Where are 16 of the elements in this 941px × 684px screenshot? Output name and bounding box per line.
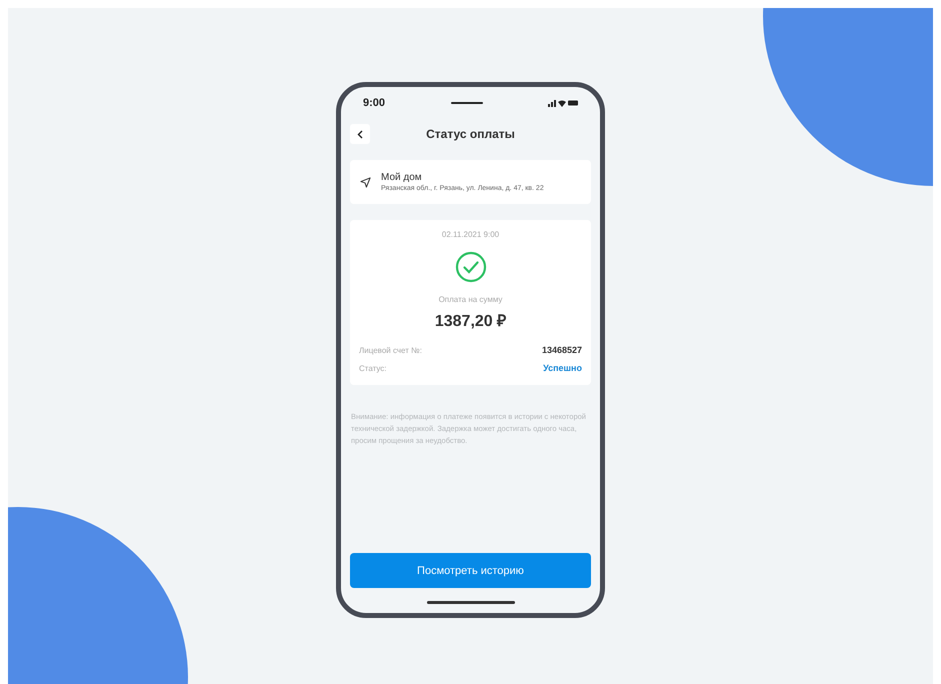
location-arrow-icon — [360, 176, 371, 188]
payment-amount: 1387,20 ₽ — [434, 312, 506, 331]
address-name: Мой дом — [381, 172, 423, 183]
status-icons — [548, 99, 578, 107]
screen-title: Статус оплаты — [425, 127, 516, 141]
detail-label: Статус: — [359, 364, 387, 372]
payment-date: 02.11.2021 9:00 — [442, 230, 500, 239]
detail-label: Лицевой счет №: — [359, 346, 422, 354]
back-icon — [357, 130, 363, 138]
success-check-icon — [454, 251, 486, 283]
detail-value: 13468527 — [542, 345, 582, 355]
status-time: 9:00 — [363, 97, 386, 109]
amount-label: Оплата на сумму — [438, 295, 502, 304]
back-button[interactable] — [350, 124, 370, 144]
history-button[interactable]: Посмотреть историю — [350, 553, 591, 588]
detail-value: Успешно — [543, 363, 582, 373]
